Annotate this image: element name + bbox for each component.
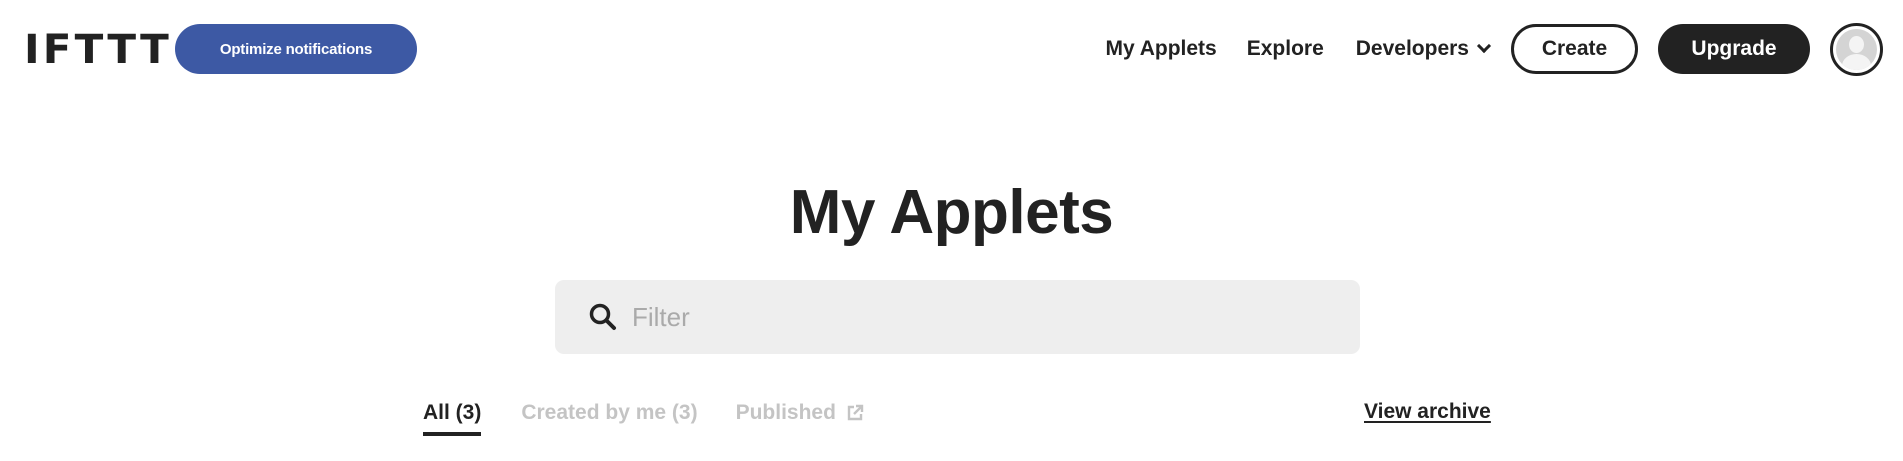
applet-tabs: All (3) Created by me (3) Published	[423, 398, 864, 438]
nav-my-applets[interactable]: My Applets	[1106, 37, 1217, 61]
main-nav: My Applets Explore Developers Create Upg…	[1106, 22, 1883, 76]
avatar-body-shape	[1842, 53, 1871, 70]
avatar-placeholder	[1836, 28, 1877, 70]
view-archive-link[interactable]: View archive	[1364, 400, 1491, 424]
nav-explore[interactable]: Explore	[1247, 37, 1324, 61]
tab-all[interactable]: All (3)	[423, 398, 482, 436]
tab-created-by-me[interactable]: Created by me (3)	[521, 398, 697, 428]
tab-created-by-me-label: Created by me (3)	[521, 401, 698, 424]
avatar-head-shape	[1849, 35, 1864, 53]
nav-developers-dropdown[interactable]: Developers	[1355, 37, 1492, 61]
user-avatar-icon[interactable]	[1830, 22, 1883, 76]
ifttt-logo[interactable]: IFTTT	[24, 30, 172, 70]
page-title: My Applets	[789, 178, 1114, 247]
create-button[interactable]: Create	[1511, 24, 1638, 74]
top-navigation-bar: IFTTT Optimize notifications My Applets …	[0, 0, 1903, 100]
chevron-down-icon	[1476, 38, 1492, 54]
search-icon	[589, 303, 616, 330]
optimize-notifications-button[interactable]: Optimize notifications	[175, 24, 417, 74]
tab-published[interactable]: Published	[736, 398, 864, 428]
nav-developers-label: Developers	[1355, 37, 1469, 60]
filter-input[interactable]	[632, 297, 1332, 337]
tab-all-label: All (3)	[423, 401, 482, 424]
tab-published-label: Published	[735, 401, 836, 424]
filter-search-box[interactable]	[555, 280, 1360, 354]
upgrade-button[interactable]: Upgrade	[1658, 24, 1810, 74]
external-link-icon	[847, 404, 864, 421]
